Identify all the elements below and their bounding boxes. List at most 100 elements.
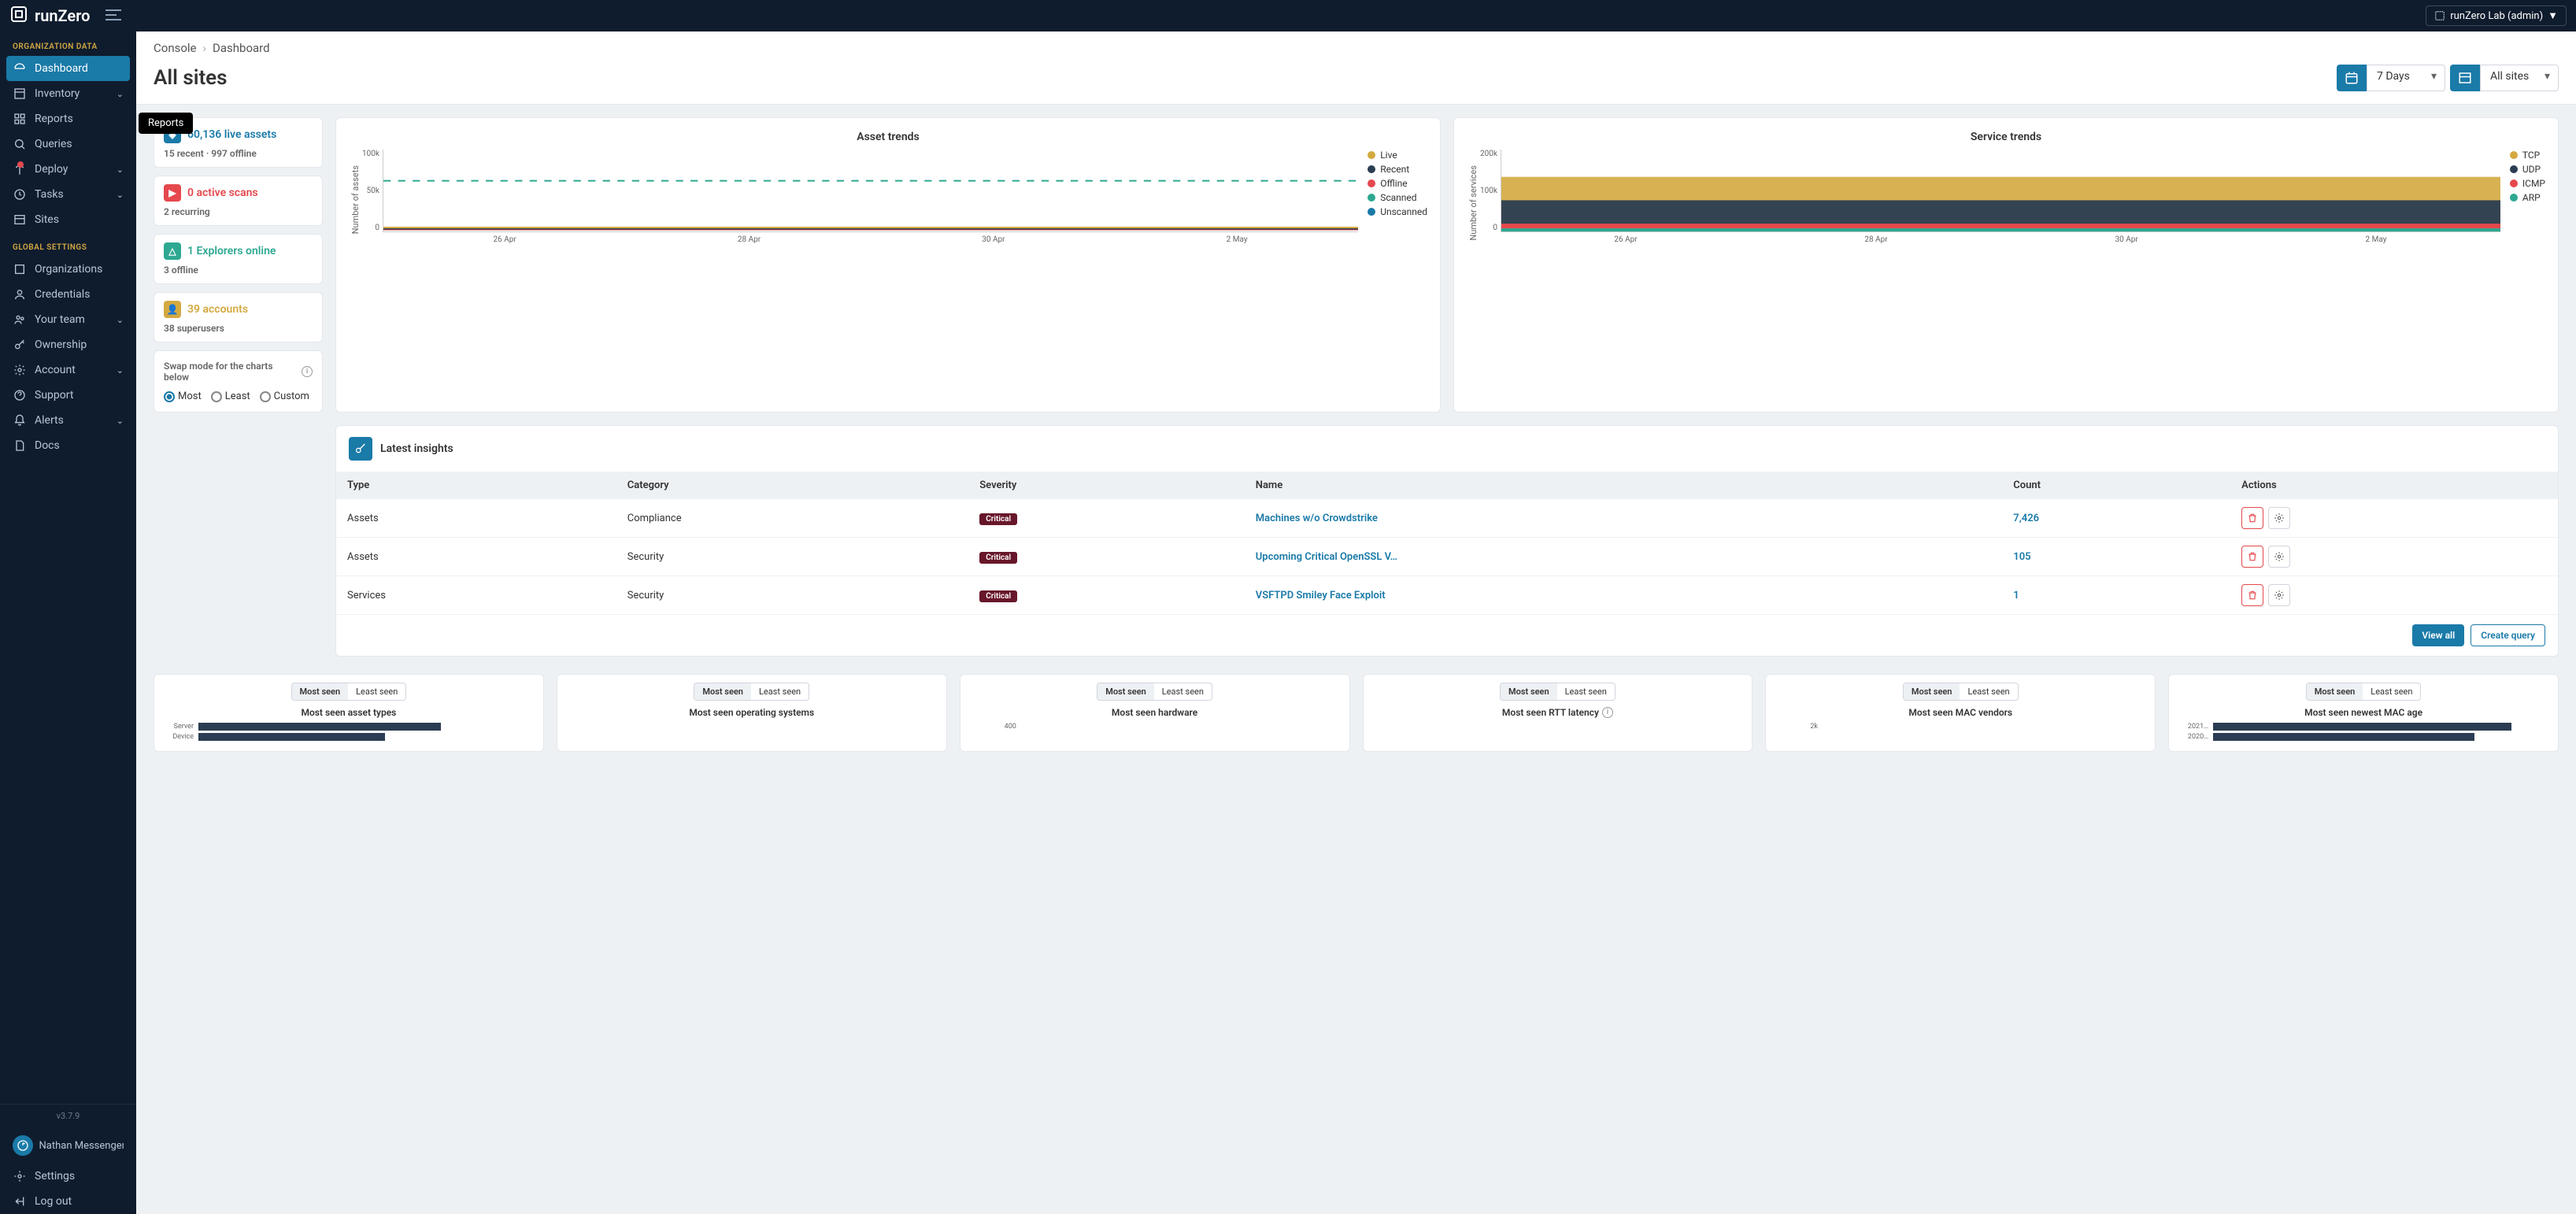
toggle-least[interactable]: Least seen xyxy=(1154,683,1212,700)
legend-label: TCP xyxy=(2522,150,2540,161)
insight-count-link[interactable]: 1 xyxy=(2013,590,2019,601)
info-icon[interactable]: i xyxy=(302,366,313,377)
mini-chart[interactable]: 2021…2020… xyxy=(2177,723,2550,741)
sidebar-item-inventory[interactable]: Inventory ⌄ xyxy=(0,81,136,106)
toggle-least[interactable]: Least seen xyxy=(1960,683,2017,700)
create-query-button[interactable]: Create query xyxy=(2471,624,2545,646)
legend-item[interactable]: UDP xyxy=(2510,164,2545,175)
site-dropdown[interactable]: All sites xyxy=(2480,65,2559,91)
toggle-least[interactable]: Least seen xyxy=(348,683,405,700)
mini-chart[interactable]: ServerDevice xyxy=(162,723,535,741)
chart-legend: TCP UDP ICMP ARP xyxy=(2500,150,2545,256)
sidebar-item-dashboard[interactable]: Dashboard xyxy=(6,56,130,81)
sidebar-item-support[interactable]: Support xyxy=(0,383,136,408)
breadcrumb-root[interactable]: Console xyxy=(154,41,197,55)
sidebar-item-logout[interactable]: Log out xyxy=(0,1189,136,1214)
settings-button[interactable] xyxy=(2268,507,2290,529)
small-chart-card: Most seenLeast seen Most seen asset types… xyxy=(154,674,544,752)
delete-button[interactable] xyxy=(2241,546,2263,568)
accounts-icon: 👤 xyxy=(164,301,181,318)
sidebar-item-settings[interactable]: Settings xyxy=(0,1164,136,1189)
sidebar-item-deploy[interactable]: Deploy ⌄ xyxy=(0,157,136,182)
settings-button[interactable] xyxy=(2268,546,2290,568)
insight-name-link[interactable]: Upcoming Critical OpenSSL V… xyxy=(1256,551,1397,563)
x-ticks: 26 Apr28 Apr30 Apr2 May xyxy=(383,235,1358,244)
sidebar-item-reports[interactable]: Reports xyxy=(0,106,136,131)
logo[interactable]: runZero xyxy=(9,5,90,28)
date-range-selector[interactable]: 7 Days xyxy=(2337,65,2445,91)
sites-filter-icon xyxy=(2450,65,2480,91)
table-header: Actions xyxy=(2230,472,2558,499)
toggle-pill: Most seenLeast seen xyxy=(291,683,407,701)
toggle-most[interactable]: Most seen xyxy=(2307,683,2363,700)
info-icon[interactable]: i xyxy=(1602,707,1613,718)
toggle-most[interactable]: Most seen xyxy=(1501,683,1557,700)
legend-item[interactable]: Offline xyxy=(1368,178,1427,189)
menu-toggle-icon[interactable] xyxy=(105,9,121,24)
site-filter-selector[interactable]: All sites xyxy=(2450,65,2559,91)
chart-plot[interactable] xyxy=(1501,150,2500,232)
toggle-most[interactable]: Most seen xyxy=(1097,683,1154,700)
team-icon xyxy=(13,313,27,326)
sidebar-user[interactable]: Nathan Messenger xyxy=(0,1127,136,1164)
sidebar-item-ownership[interactable]: Ownership xyxy=(0,332,136,357)
radio-custom[interactable]: Custom xyxy=(260,390,309,402)
sidebar-label: Support xyxy=(35,389,73,402)
chart-plot[interactable] xyxy=(383,150,1358,232)
search-icon xyxy=(13,138,27,150)
toggle-most[interactable]: Most seen xyxy=(1904,683,1960,700)
chart-title: Asset trends xyxy=(349,131,1427,143)
chevron-down-icon: ⌄ xyxy=(117,416,124,426)
insight-name-link[interactable]: Machines w/o Crowdstrike xyxy=(1256,513,1378,524)
sidebar-item-queries[interactable]: Queries xyxy=(0,131,136,157)
delete-button[interactable] xyxy=(2241,584,2263,606)
range-dropdown[interactable]: 7 Days xyxy=(2367,65,2445,91)
stat-active-scans[interactable]: ▶0 active scans 2 recurring xyxy=(154,176,323,226)
mini-chart[interactable]: 2k xyxy=(1774,723,2147,731)
settings-button[interactable] xyxy=(2268,584,2290,606)
sidebar-item-organizations[interactable]: Organizations xyxy=(0,257,136,282)
stat-accounts[interactable]: 👤39 accounts 38 superusers xyxy=(154,292,323,342)
sidebar-item-docs[interactable]: Docs xyxy=(0,433,136,458)
mini-chart[interactable]: 400 xyxy=(968,723,1342,731)
sidebar-item-sites[interactable]: Sites xyxy=(0,207,136,232)
sidebar-label: Alerts xyxy=(35,414,64,427)
sidebar-label: Log out xyxy=(35,1195,72,1208)
insight-count-link[interactable]: 105 xyxy=(2013,551,2030,563)
legend-item[interactable]: Recent xyxy=(1368,164,1427,175)
toggle-most[interactable]: Most seen xyxy=(292,683,349,700)
legend-item[interactable]: Scanned xyxy=(1368,192,1427,203)
legend-item[interactable]: Unscanned xyxy=(1368,206,1427,217)
radio-most[interactable]: Most xyxy=(164,390,202,402)
org-selector[interactable]: runZero Lab (admin) ▼ xyxy=(2426,6,2567,26)
toggle-least[interactable]: Least seen xyxy=(751,683,809,700)
toggle-most[interactable]: Most seen xyxy=(694,683,751,700)
cell-severity: Critical xyxy=(968,538,1245,576)
view-all-button[interactable]: View all xyxy=(2412,624,2464,646)
sidebar-item-credentials[interactable]: Credentials xyxy=(0,282,136,307)
delete-button[interactable] xyxy=(2241,507,2263,529)
severity-badge: Critical xyxy=(979,513,1017,525)
sidebar-item-account[interactable]: Account ⌄ xyxy=(0,357,136,383)
table-header: Type xyxy=(336,472,616,499)
sidebar-label: Credentials xyxy=(35,288,90,301)
insight-count-link[interactable]: 7,426 xyxy=(2013,513,2039,524)
legend-item[interactable]: TCP xyxy=(2510,150,2545,161)
toggle-least[interactable]: Least seen xyxy=(2363,683,2420,700)
toggle-least[interactable]: Least seen xyxy=(1557,683,1615,700)
legend-item[interactable]: ICMP xyxy=(2510,178,2545,189)
cell-name: VSFTPD Smiley Face Exploit xyxy=(1245,576,2003,615)
sidebar-item-alerts[interactable]: Alerts ⌄ xyxy=(0,408,136,433)
stat-sub: 3 offline xyxy=(164,265,313,276)
legend-item[interactable]: ARP xyxy=(2510,192,2545,203)
radio-least[interactable]: Least xyxy=(211,390,250,402)
legend-label: ARP xyxy=(2522,192,2541,203)
sidebar-item-tasks[interactable]: Tasks ⌄ xyxy=(0,182,136,207)
small-chart-title: Most seen asset types xyxy=(162,707,535,718)
sidebar-label: Docs xyxy=(35,439,60,452)
stat-explorers[interactable]: △1 Explorers online 3 offline xyxy=(154,234,323,284)
insight-name-link[interactable]: VSFTPD Smiley Face Exploit xyxy=(1256,590,1386,601)
sidebar-item-yourteam[interactable]: Your team ⌄ xyxy=(0,307,136,332)
table-row: ServicesSecurityCriticalVSFTPD Smiley Fa… xyxy=(336,576,2558,615)
legend-item[interactable]: Live xyxy=(1368,150,1427,161)
